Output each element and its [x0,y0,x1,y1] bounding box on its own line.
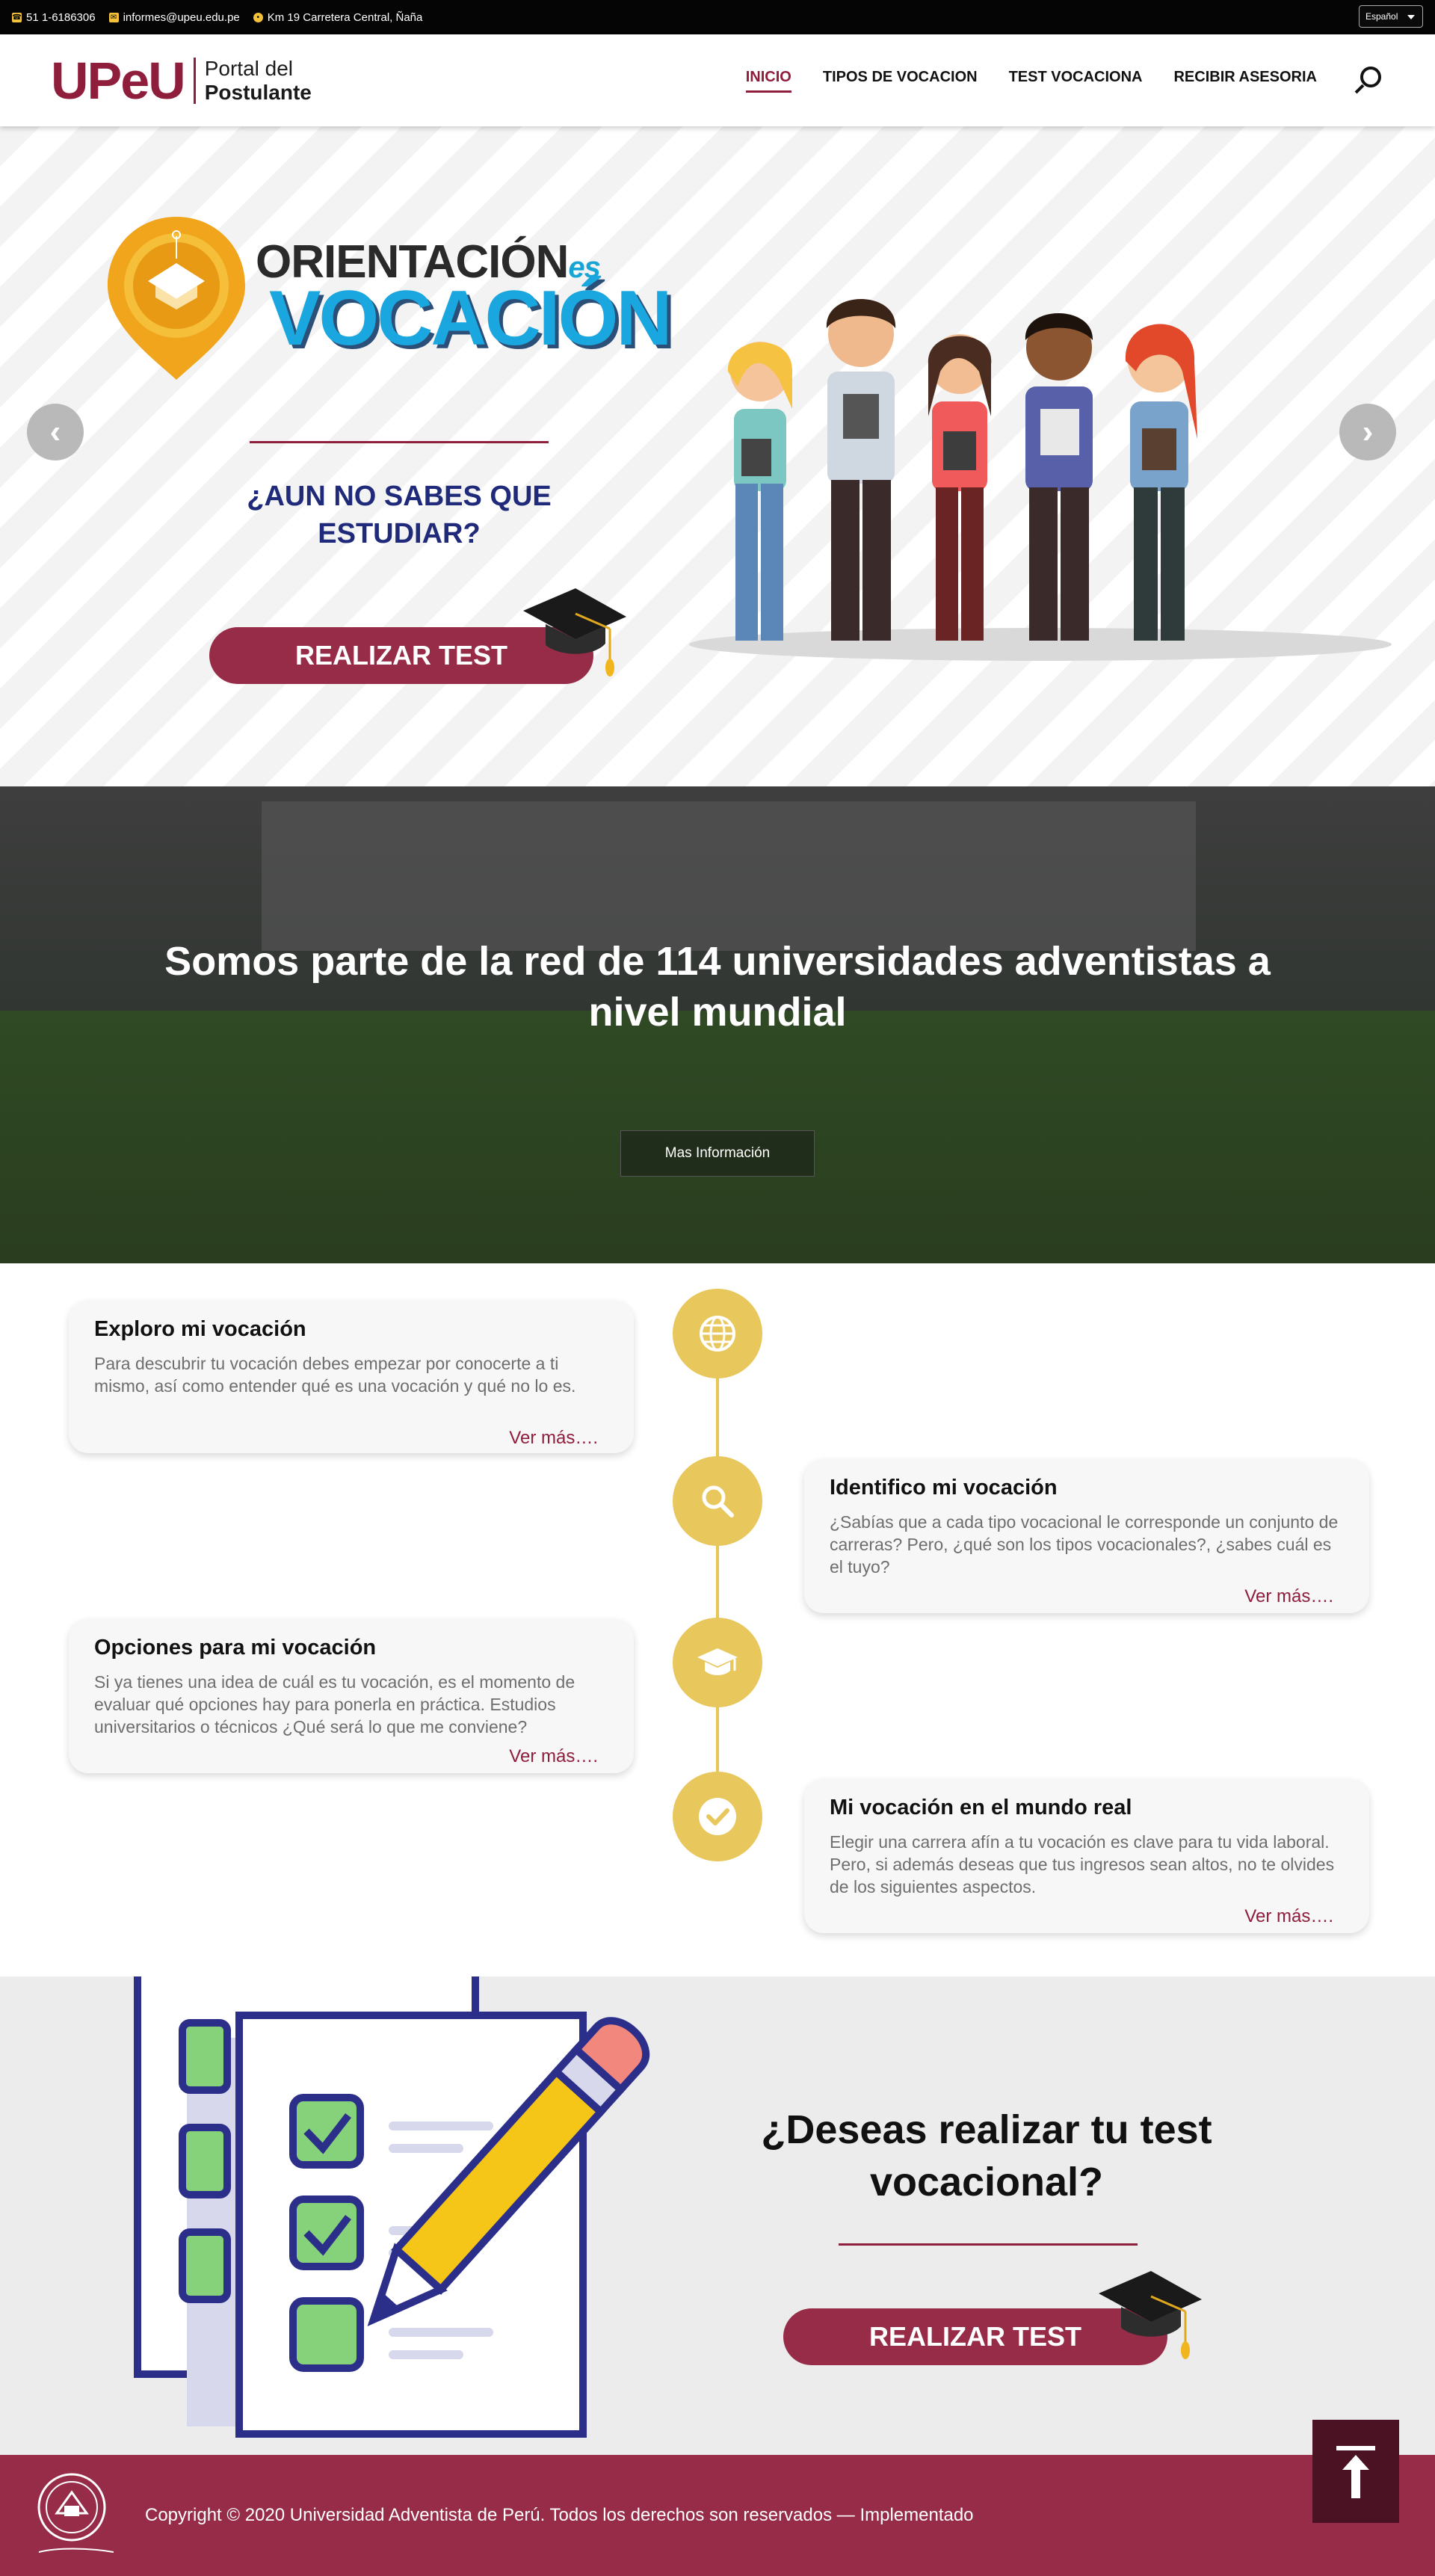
vocation-timeline: Exploro mi vocación Para descubrir tu vo… [0,1263,1435,1976]
top-bar: ☎ 51 1-6186306 ✉ informes@upeu.edu.pe • Km … [0,0,1435,34]
location-icon: • [253,12,263,22]
phone-text: 51 1-6186306 [26,10,96,24]
brand-name: UPeU [51,51,186,110]
email-text[interactable]: informes@upeu.edu.pe [123,11,240,24]
location-pin-logo [108,217,245,380]
network-headline: Somos parte de la red de 114 universidad… [164,939,1271,1035]
card-text: Para descubrir tu vocación debes empezar… [94,1354,576,1396]
portal-line-1: Portal del [204,56,294,80]
network-banner: Somos parte de la red de 114 universidad… [0,786,1435,1263]
menu-item-inicio[interactable]: INICIO [745,69,791,93]
card-title: Identifico mi vocación [830,1476,1058,1500]
timeline-card-identifico: Identifico mi vocación ¿Sabías que a cad… [804,1459,1369,1613]
site-footer: Copyright © 2020 Universidad Adventista … [0,2455,1435,2576]
ver-mas-link[interactable]: Ver más…. [1244,1586,1333,1607]
language-value: Español [1365,11,1398,22]
copyright-text: Copyright © 2020 Universidad Adventista … [145,2505,974,2525]
site-logo[interactable]: UPeU Portal del Postulante [51,51,312,111]
campus-building [262,801,1196,951]
address-contact: • Km 19 Carretera Central, Ñaña [253,10,423,24]
timeline-card-exploro: Exploro mi vocación Para descubrir tu vo… [69,1301,634,1453]
hero-title-vocacion: VOCACIÓN [269,275,672,362]
portal-line-2: Postulante [204,80,312,104]
address-text: Km 19 Carretera Central, Ñaña [267,10,423,24]
menu-item-recibir-asesoria[interactable]: RECIBIR ASESORIA [1173,69,1317,93]
card-title: Opciones para mi vocación [94,1636,377,1660]
hero-divider [250,441,549,443]
graduation-cap-icon [1099,2271,1202,2359]
slider-prev-button[interactable]: ‹ [27,404,84,460]
graduation-cap-icon [523,588,626,677]
logo-divider [193,57,196,104]
card-text: Elegir una carrera afín a tu vocación es… [830,1832,1335,1896]
ver-mas-link[interactable]: Ver más…. [509,1746,598,1767]
checklist-pencil-illustration [134,1976,650,2438]
card-text: ¿Sabías que a cada tipo vocacional le co… [830,1512,1339,1577]
students-illustration [689,299,1392,661]
university-seal-logo [37,2473,114,2553]
more-info-button[interactable]: Mas Información [620,1130,815,1177]
globe-icon [673,1289,762,1378]
email-contact[interactable]: ✉ informes@upeu.edu.pe [108,11,240,24]
phone-icon: ☎ [12,12,22,22]
language-select[interactable]: Español [1359,5,1423,28]
menu-item-test-vocaciona[interactable]: TEST VOCACIONA [1009,69,1143,93]
card-title: Mi vocación en el mundo real [830,1796,1132,1819]
hero-question: ¿AUN NO SABES QUE ESTUDIAR? [247,481,552,549]
cta-headline: ¿Deseas realizar tu test vocacional? [761,2107,1212,2204]
portal-name: Portal del Postulante [205,57,312,105]
card-title: Exploro mi vocación [94,1317,306,1341]
graduation-cap-icon [673,1618,762,1707]
cta-divider [839,2243,1138,2246]
search-icon[interactable] [1353,65,1384,96]
main-header: UPeU Portal del Postulante INICIO TIPOS D… [0,34,1435,126]
arrow-up-icon [1336,2446,1375,2498]
check-circle-icon [673,1772,762,1861]
email-icon: ✉ [108,12,119,22]
test-cta-section: ¿Deseas realizar tu test vocacional? REA… [0,1976,1435,2455]
timeline-card-mundo-real: Mi vocación en el mundo real Elegir una … [804,1779,1369,1933]
chevron-down-icon [1407,15,1415,19]
timeline-card-opciones: Opciones para mi vocación Si ya tienes u… [69,1619,634,1773]
menu-item-tipos-de-vocacion[interactable]: TIPOS DE VOCACION [823,69,978,93]
search-icon [673,1456,762,1546]
card-text: Si ya tienes una idea de cuál es tu voca… [94,1672,575,1737]
phone-contact: ☎ 51 1-6186306 [12,11,96,24]
ver-mas-link[interactable]: Ver más…. [509,1428,598,1449]
back-to-top-button[interactable] [1312,2420,1399,2523]
main-menu: INICIO TIPOS DE VOCACION TEST VOCACIONA … [715,65,1384,96]
ver-mas-link[interactable]: Ver más…. [1244,1906,1333,1927]
hero-slider: ‹ › ORIENTACIÓNes VOCACIÓN ¿AUN NO SABES… [0,126,1435,786]
timeline-line [716,1323,719,1809]
